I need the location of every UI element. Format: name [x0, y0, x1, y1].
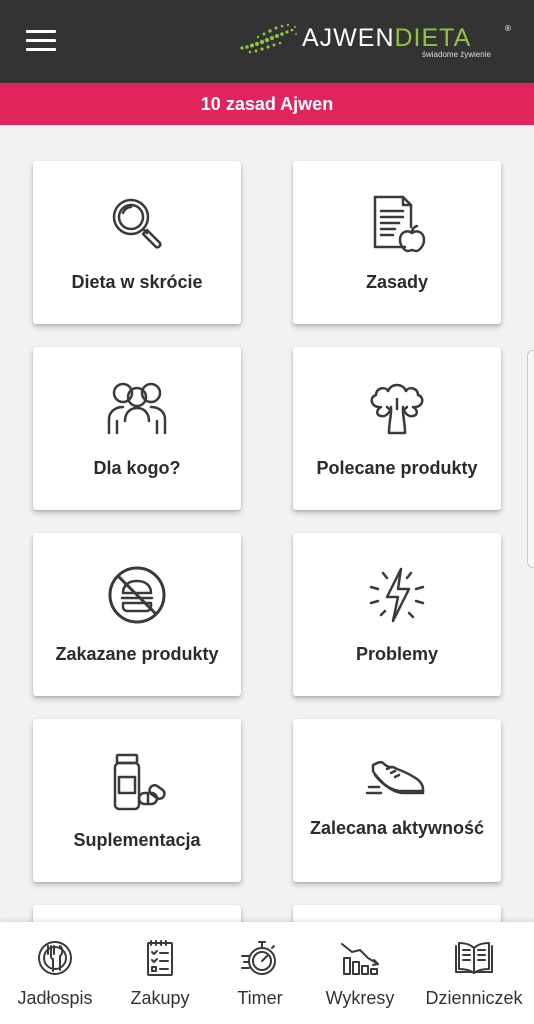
nav-label: Wykresy — [325, 988, 395, 1008]
logo-wordmark: AJWENDIETA — [302, 24, 471, 52]
tile-dieta-w-skrocie[interactable]: Dieta w skrócie — [33, 161, 241, 324]
tile-label: Zasady — [365, 272, 429, 292]
edge-panel-handle[interactable] — [527, 350, 534, 568]
checklist-icon — [147, 940, 173, 976]
top-app-bar: AJWENDIETA ® świadome żywienie — [0, 0, 534, 83]
stopwatch-icon — [241, 941, 276, 975]
nav-label: Dzienniczek — [425, 988, 523, 1008]
tile-partial-left[interactable] — [33, 905, 241, 922]
hamburger-menu-icon[interactable] — [26, 30, 56, 52]
tile-dla-kogo[interactable]: Dla kogo? — [33, 347, 241, 510]
document-apple-icon — [373, 195, 426, 253]
nav-zakupy[interactable]: Zakupy — [107, 922, 213, 1024]
bottom-navigation: Jadłospis Zakupy Timer Wykresy Dziennicz… — [0, 922, 534, 1024]
no-burger-icon — [108, 566, 166, 624]
tile-polecane-produkty[interactable]: Polecane produkty — [293, 347, 501, 510]
plate-icon — [38, 941, 72, 975]
tile-label: Zakazane produkty — [55, 644, 219, 664]
broccoli-icon — [370, 383, 424, 435]
page-title: 10 zasad Ajwen — [200, 93, 334, 114]
tile-zakazane-produkty[interactable]: Zakazane produkty — [33, 533, 241, 696]
nav-dzienniczek[interactable]: Dzienniczek — [421, 922, 527, 1024]
ajwen-dieta-logo: AJWENDIETA ® świadome żywienie — [238, 20, 518, 62]
tile-label: Suplementacja — [73, 830, 201, 850]
magnifier-icon — [112, 198, 162, 249]
tile-label: Dieta w skrócie — [71, 272, 203, 292]
logo-word-dieta: DIETA — [394, 24, 472, 52]
nav-wykresy[interactable]: Wykresy — [307, 922, 413, 1024]
people-icon — [107, 382, 167, 435]
tile-label: Problemy — [355, 644, 439, 664]
lightning-icon — [369, 567, 425, 623]
tile-suplementacja[interactable]: Suplementacja — [33, 719, 241, 882]
tile-label: Polecane produkty — [316, 458, 478, 478]
chart-icon — [341, 943, 379, 975]
menu-tiles-grid: Dieta w skrócie Zasady Dla kogo? Polecan… — [0, 125, 534, 922]
tile-partial-right[interactable] — [293, 905, 501, 922]
logo-registered-mark: ® — [505, 24, 511, 33]
tile-problemy[interactable]: Problemy — [293, 533, 501, 696]
tile-label: Dla kogo? — [93, 458, 181, 478]
tile-label: Zalecana aktywność — [309, 818, 485, 838]
section-title-bar: 10 zasad Ajwen — [0, 83, 534, 125]
nav-timer[interactable]: Timer — [207, 922, 313, 1024]
logo-word-ajwen: AJWEN — [302, 24, 395, 52]
logo-tagline: świadome żywienie — [422, 50, 491, 59]
pills-icon — [113, 753, 166, 811]
logo-mark-icon — [240, 23, 297, 54]
book-icon — [455, 942, 493, 974]
nav-label: Jadłospis — [17, 988, 93, 1008]
shoe-icon — [365, 760, 425, 795]
tile-zasady[interactable]: Zasady — [293, 161, 501, 324]
nav-jadlospis[interactable]: Jadłospis — [2, 922, 108, 1024]
tile-zalecana-aktywnosc[interactable]: Zalecana aktywność — [293, 719, 501, 882]
